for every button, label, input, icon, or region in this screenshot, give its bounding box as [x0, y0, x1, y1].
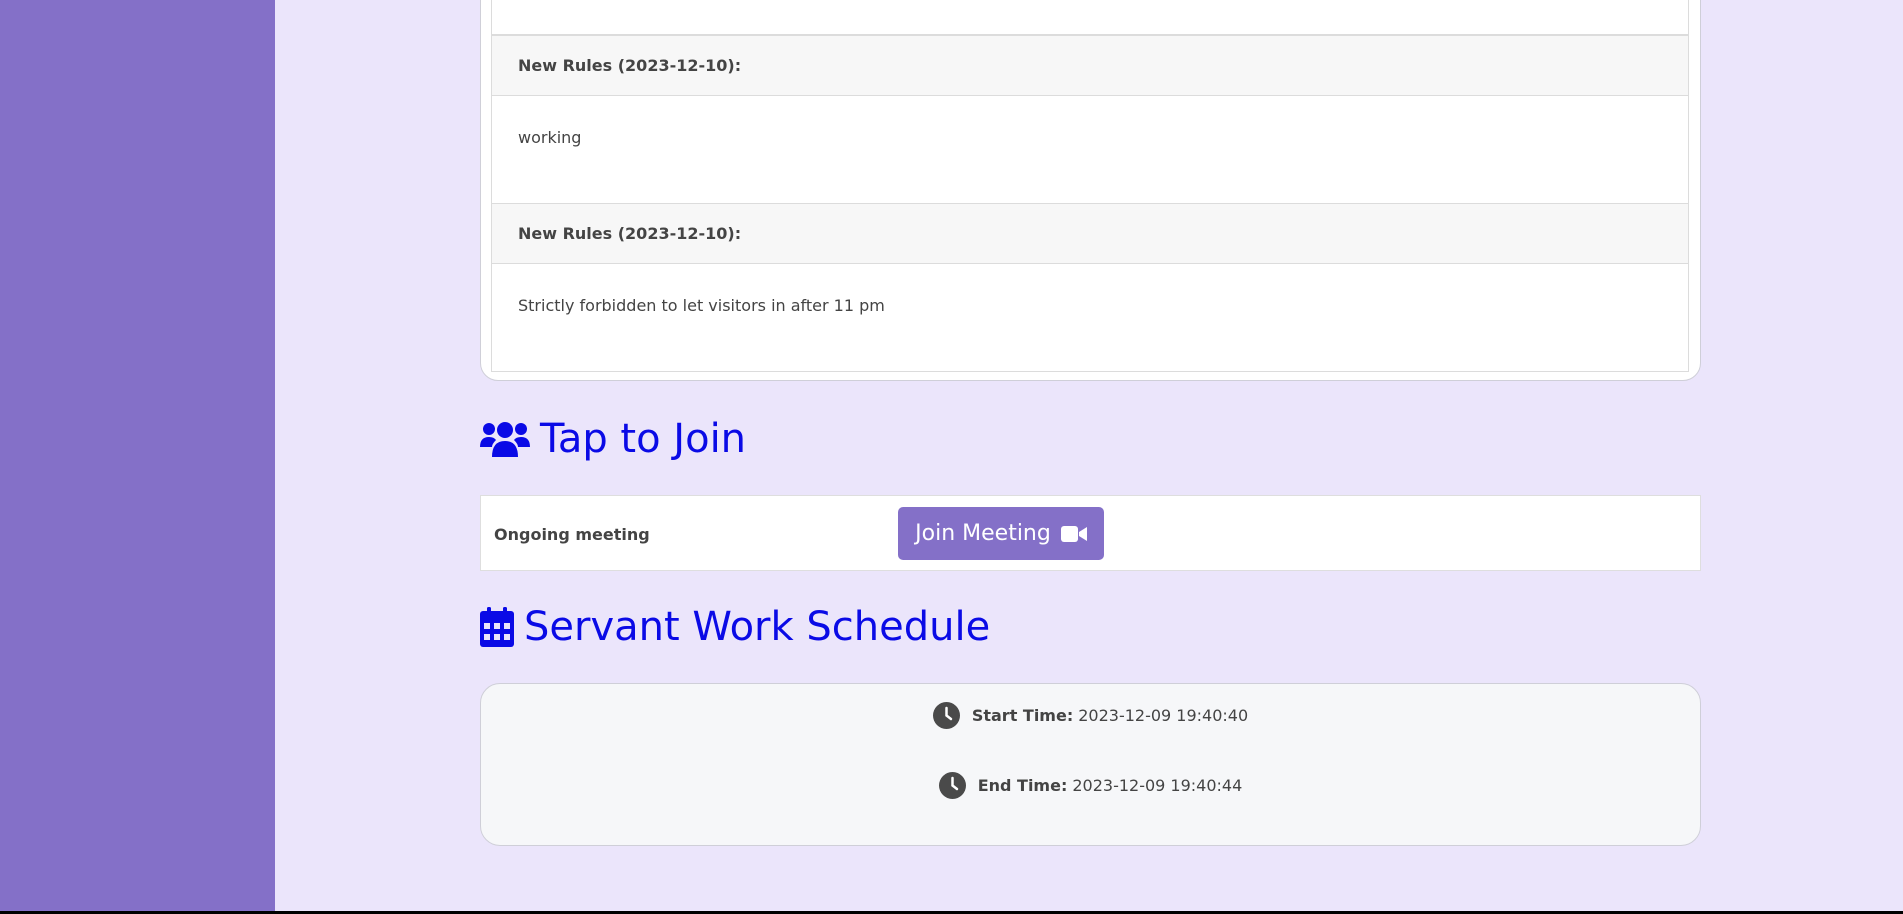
start-time-value: 2023-12-09 19:40:40: [1078, 706, 1249, 725]
sidebar: [0, 0, 275, 911]
rules-card: New Rules (2023-12-10): working New Rule…: [480, 0, 1701, 381]
rule-item: New Rules (2023-12-10): working: [491, 35, 1689, 204]
rule-title: New Rules (2023-12-10):: [492, 204, 1688, 264]
join-title: Tap to Join: [540, 416, 747, 462]
clock-icon: [932, 702, 960, 729]
meeting-label: Ongoing meeting: [494, 524, 650, 544]
join-meeting-button[interactable]: Join Meeting: [898, 507, 1104, 560]
meeting-row: Ongoing meeting Join Meeting: [480, 495, 1701, 571]
clock-icon: [938, 772, 966, 799]
rule-body: Strictly forbidden to let visitors in af…: [518, 296, 885, 315]
start-time-label: Start Time:: [971, 706, 1074, 725]
rule-body: working: [518, 128, 582, 147]
main-content: New Rules (2023-12-10): working New Rule…: [275, 0, 1903, 911]
schedule-card: Start Time: 2023-12-09 19:40:40 End Time…: [480, 683, 1701, 846]
calendar-icon: [480, 607, 514, 647]
rule-item-previous: [491, 0, 1689, 35]
join-section-title: Tap to Join: [480, 416, 746, 462]
rule-title: New Rules (2023-12-10):: [492, 36, 1688, 96]
schedule-title: Servant Work Schedule: [524, 604, 991, 650]
start-time-row: Start Time: 2023-12-09 19:40:40: [481, 702, 1700, 729]
end-time-value: 2023-12-09 19:40:44: [1072, 776, 1243, 795]
end-time-label: End Time:: [977, 776, 1068, 795]
end-time-row: End Time: 2023-12-09 19:40:44: [481, 772, 1700, 799]
join-meeting-label: Join Meeting: [915, 521, 1051, 546]
video-camera-icon: [1060, 525, 1087, 543]
rule-item: New Rules (2023-12-10): Strictly forbidd…: [491, 203, 1689, 372]
schedule-section-title: Servant Work Schedule: [480, 604, 990, 650]
users-icon: [480, 419, 530, 459]
